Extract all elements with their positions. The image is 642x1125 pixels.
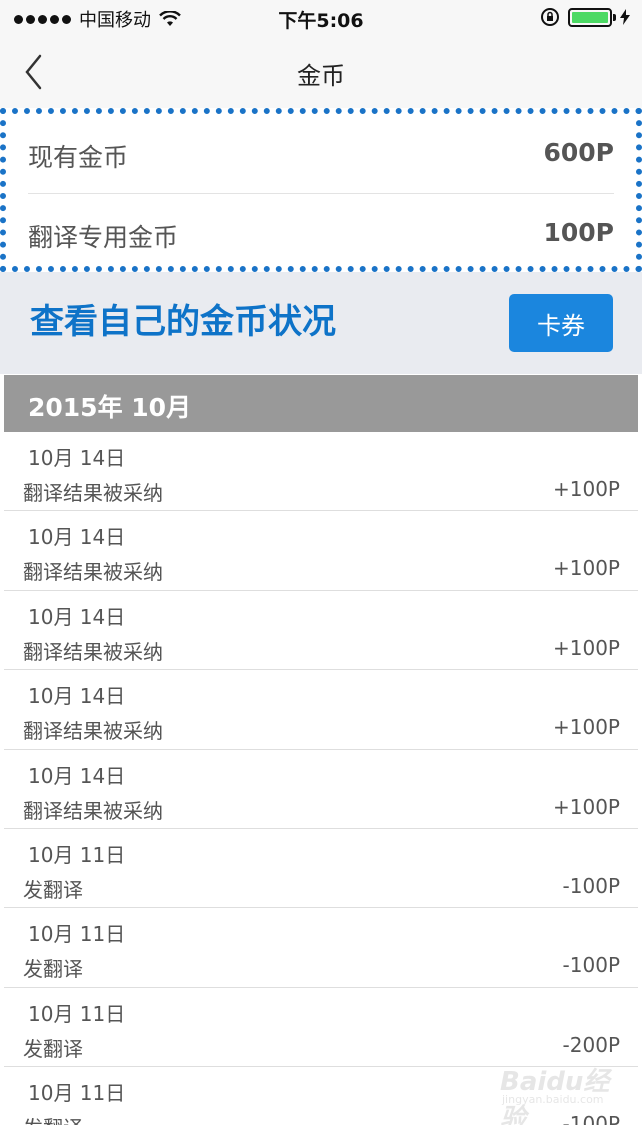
coupon-button[interactable]: 卡券 — [509, 294, 613, 352]
transaction-description: 翻译结果被采纳 — [23, 639, 163, 664]
page-title: 金币 — [297, 62, 345, 90]
transaction-description: 发翻译 — [23, 1112, 83, 1125]
nav-bar: 金币 — [0, 36, 642, 108]
transaction-description: 发翻译 — [23, 877, 83, 902]
transaction-date: 10月 11日 — [28, 1001, 126, 1026]
balance-row-translation-coins: 翻译专用金币 100P — [28, 194, 614, 274]
list-item[interactable]: 10月 14日 翻译结果被采纳 +100P — [4, 670, 638, 750]
transaction-date: 10月 11日 — [28, 922, 126, 947]
balance-value: 600P — [543, 138, 614, 167]
transaction-description: 翻译结果被采纳 — [23, 481, 163, 505]
battery-fill — [572, 11, 608, 23]
transaction-amount: +100P — [553, 477, 620, 501]
charging-icon — [620, 9, 630, 25]
balance-value: 100P — [543, 218, 614, 247]
list-item[interactable]: 10月 11日 发翻译 -100P — [4, 829, 638, 909]
transaction-date: 10月 14日 — [28, 446, 126, 470]
rotation-lock-icon — [541, 8, 559, 26]
transaction-date: 10月 11日 — [28, 1081, 126, 1106]
list-item[interactable]: 10月 14日 翻译结果被采纳 +100P — [4, 511, 638, 591]
transaction-amount: +100P — [553, 794, 620, 819]
transaction-date: 10月 11日 — [28, 842, 126, 867]
promo-caption: 查看自己的金币状况 — [30, 302, 336, 342]
status-right — [540, 7, 630, 27]
transaction-description: 发翻译 — [23, 957, 83, 982]
transaction-date: 10月 14日 — [28, 684, 126, 709]
transaction-amount: +100P — [553, 715, 620, 740]
list-item[interactable]: 10月 14日 翻译结果被采纳 +100P — [4, 432, 638, 512]
balance-row-coins: 现有金币 600P — [28, 114, 614, 194]
watermark-logo: Baidu经验 jingyan.baidu.com — [500, 1053, 612, 1125]
list-item[interactable]: 10月 14日 翻译结果被采纳 +100P — [4, 750, 638, 829]
status-bar: 中国移动 下午5:06 — [0, 0, 642, 36]
transaction-description: 翻译结果被采纳 — [23, 560, 163, 585]
list-item[interactable]: 10月 14日 翻译结果被采纳 +100P — [4, 591, 638, 671]
transaction-description: 发翻译 — [23, 1036, 83, 1061]
list-item[interactable]: 10月 11日 发翻译 -100P — [4, 908, 638, 988]
transaction-date: 10月 14日 — [28, 763, 126, 788]
month-header: 2015年 10月 — [4, 375, 638, 432]
transaction-amount: -100P — [562, 953, 620, 978]
battery-icon — [568, 7, 616, 27]
transaction-date: 10月 14日 — [28, 604, 126, 629]
transaction-description: 翻译结果被采纳 — [23, 719, 163, 744]
promo-banner: 查看自己的金币状况 卡券 — [0, 272, 642, 374]
transaction-amount: +100P — [553, 556, 620, 581]
balance-panel: 现有金币 600P 翻译专用金币 100P — [0, 108, 642, 272]
balance-label: 翻译专用金币 — [28, 223, 179, 252]
transaction-date: 10月 14日 — [28, 525, 126, 550]
transaction-amount: -100P — [562, 873, 620, 898]
watermark-url: jingyan.baidu.com — [502, 1093, 604, 1106]
transaction-description: 翻译结果被采纳 — [23, 798, 163, 823]
transaction-list: 10月 14日 翻译结果被采纳 +100P 10月 14日 翻译结果被采纳 +1… — [4, 432, 638, 1125]
transaction-amount: +100P — [553, 635, 620, 660]
balance-label: 现有金币 — [28, 143, 129, 172]
